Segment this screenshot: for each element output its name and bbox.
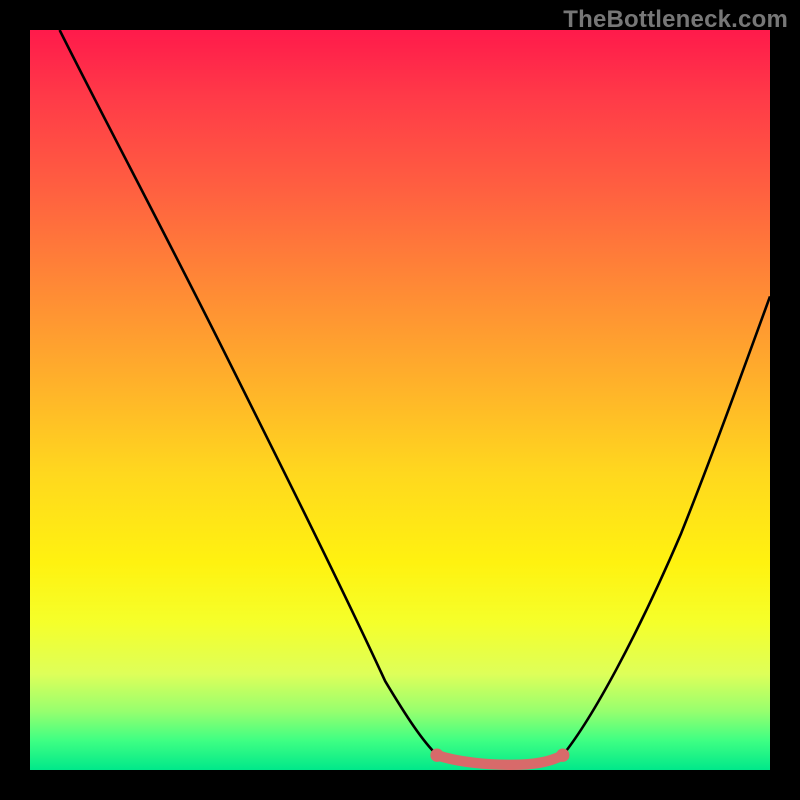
right-curve [563,296,770,755]
valley-marker-dot-right [556,749,569,762]
left-curve [60,30,437,755]
valley-marker [437,755,563,765]
curve-layer [30,30,770,770]
chart-frame: TheBottleneck.com [0,0,800,800]
plot-area [30,30,770,770]
valley-marker-dot-left [430,749,443,762]
attribution-label: TheBottleneck.com [563,6,788,34]
